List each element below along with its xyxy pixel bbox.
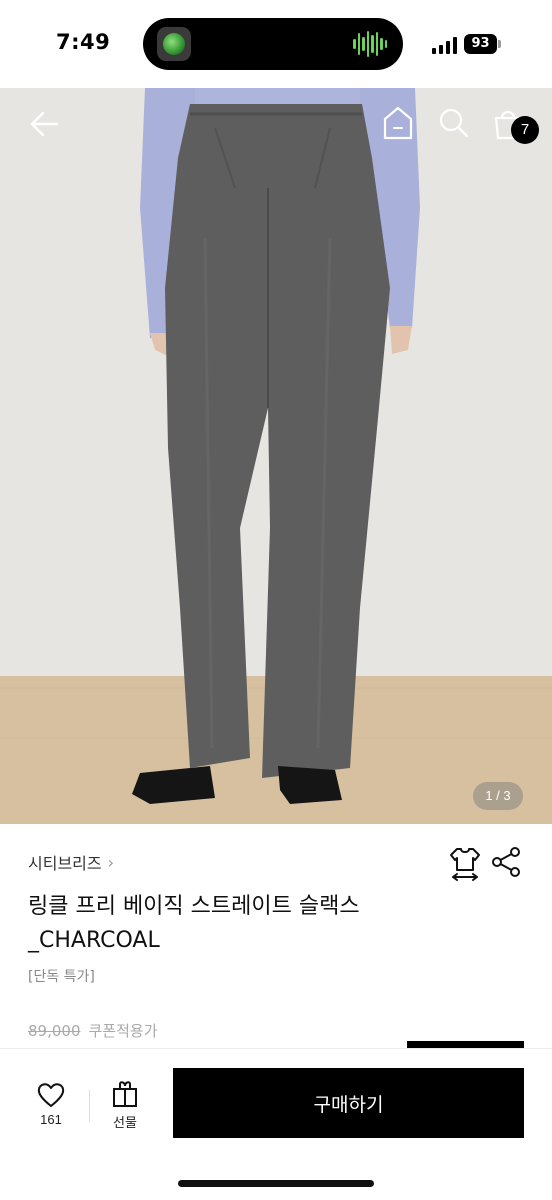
gift-icon [113,1081,137,1107]
now-playing-app-icon [157,27,191,61]
battery-tip [498,40,501,48]
price-row: 89,000 쿠폰적용가 [28,1020,158,1041]
home-indicator[interactable] [178,1180,374,1187]
chevron-right-icon: › [107,852,115,872]
fit-size-icon [450,848,480,881]
original-price: 89,000 [28,1021,81,1040]
home-button[interactable] [378,102,418,144]
cellular-signal-icon [432,36,458,54]
size-fit-button[interactable] [448,846,482,882]
back-button[interactable] [22,104,66,144]
dynamic-island[interactable] [143,18,403,70]
image-page-indicator: 1 / 3 [473,782,523,810]
share-icon [492,847,520,877]
battery-icon: 93 [464,34,497,54]
search-icon [439,108,469,138]
status-bar: 7:49 93 [0,0,552,88]
cart-count-badge: 7 [511,116,539,144]
share-button[interactable] [490,846,526,882]
like-button[interactable]: 161 [26,1080,76,1136]
divider [89,1090,90,1122]
back-arrow-icon [30,111,59,137]
like-count: 161 [40,1112,62,1127]
brand-name: 시티브리즈 [28,854,102,873]
gift-button[interactable]: 선물 [102,1080,148,1136]
audio-waveform-icon [353,30,387,58]
coupon-price-label: 쿠폰적용가 [88,1022,158,1040]
buy-button[interactable]: 구매하기 [173,1068,524,1138]
promo-tag: [단독 특가] [28,969,95,985]
product-image-carousel[interactable]: 1 / 3 [0,88,552,824]
search-button[interactable] [432,102,476,144]
status-time: 7:49 [56,30,111,54]
heart-icon [37,1083,65,1107]
product-photo [0,88,552,824]
gift-label: 선물 [113,1116,137,1131]
brand-link[interactable]: 시티브리즈 › [28,850,114,874]
home-icon [383,106,413,140]
product-title: 링클 프리 베이직 스트레이트 슬랙스 _CHARCOAL [28,894,360,953]
